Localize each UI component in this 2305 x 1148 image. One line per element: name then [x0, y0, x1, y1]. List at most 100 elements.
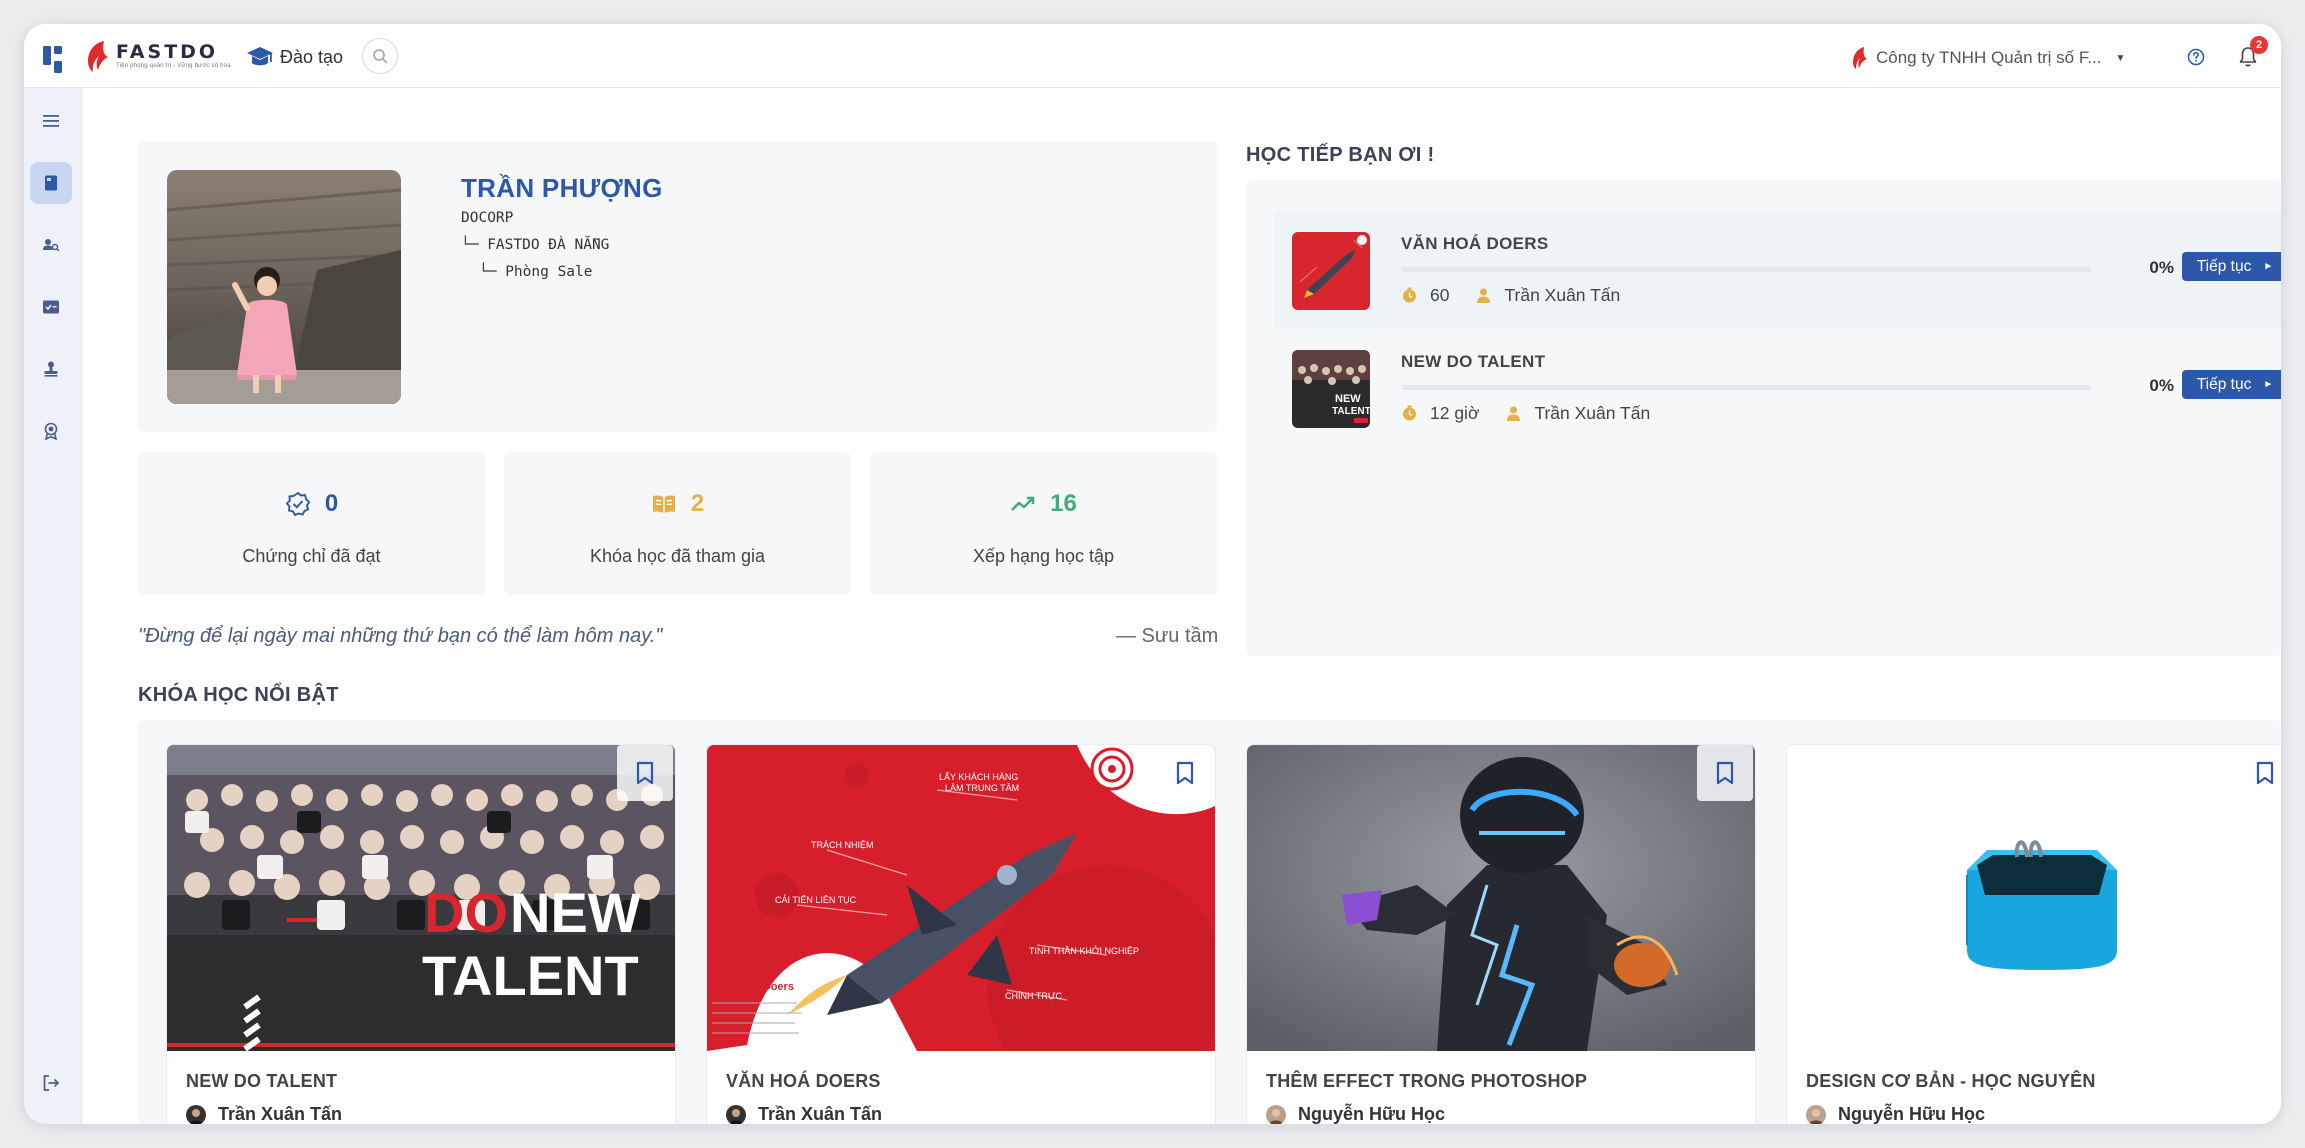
continue-course-title[interactable]: NEW DO TALENT [1401, 352, 1545, 372]
course-image[interactable]: DO NEW TALENT [167, 745, 675, 1051]
sidebar [24, 88, 82, 1124]
svg-text:Start: Start [709, 957, 732, 968]
sidebar-item-instructors[interactable] [30, 348, 72, 390]
profile-card: TRẦN PHƯỢNG DOCORP └─ FASTDO ĐÀ NẴNG └─ … [138, 141, 1217, 432]
continue-button-label: Tiếp tục [2196, 375, 2252, 393]
course-card[interactable]: THÊM EFFECT TRONG PHOTOSHOP Nguyễn Hữu H… [1246, 744, 1756, 1124]
svg-text:Sứ mệnh Doers: Sứ mệnh Doers [712, 981, 794, 993]
bookmark-icon [1176, 761, 1194, 785]
org-level-2: └─ FASTDO ĐÀ NẴNG [461, 237, 610, 253]
quote-source: — Sưu tầm [1116, 625, 1219, 647]
bookmark-button[interactable] [1697, 745, 1753, 801]
progress-bar [1401, 267, 2091, 272]
svg-text:TALENT: TALENT [1332, 406, 1370, 417]
course-image[interactable] [1787, 745, 2281, 1051]
stat-courses-joined: 2 Khóa học đã tham gia [504, 452, 851, 595]
org-level-3: └─ Phòng Sale [479, 264, 593, 280]
course-image[interactable] [1247, 745, 1755, 1051]
svg-text:NEW: NEW [1335, 393, 1361, 405]
org-level-1: DOCORP [461, 210, 514, 226]
open-book-icon [652, 495, 675, 514]
bookmark-button[interactable] [617, 745, 673, 801]
top-bar: FASTDO Tiên phong quản trị - Vững bước s… [24, 24, 2281, 88]
nav-training[interactable]: Đào tạo [246, 42, 343, 72]
course-image[interactable]: LẤY KHÁCH HÀNG LÀM TRUNG TÂM TRÁCH NHIỆM… [707, 745, 1215, 1051]
continue-button[interactable]: Tiếp tục ► [2182, 252, 2281, 281]
stamp-icon [44, 361, 58, 377]
company-selector[interactable]: Công ty TNHH Quản trị số F... ▼ [1850, 44, 2125, 72]
hamburger-icon [43, 115, 59, 127]
book-icon [45, 175, 57, 191]
bookmark-button[interactable] [1157, 745, 1213, 801]
course-author: Trần Xuân Tấn [218, 1104, 343, 1124]
sidebar-item-exams[interactable] [30, 286, 72, 328]
search-icon [373, 49, 388, 64]
course-author: Trần Xuân Tấn [1534, 403, 1651, 423]
continue-button-label: Tiếp tục [2196, 257, 2252, 275]
trending-up-icon [1011, 496, 1035, 511]
notification-badge: 2 [2250, 36, 2268, 54]
stat-courses-value: 2 [690, 490, 705, 517]
bookmark-icon [1716, 761, 1734, 785]
clock-icon [1403, 287, 1416, 303]
continue-section-title: HỌC TIẾP BẠN ƠI ! [1246, 144, 1435, 166]
featured-section-title: KHÓA HỌC NỔI BẬT [138, 684, 339, 706]
menu-toggle[interactable] [30, 100, 72, 142]
badge-check-icon [285, 491, 310, 517]
course-image-text: TALENT [422, 944, 639, 1007]
caret-right-icon: ► [2263, 379, 2274, 390]
course-thumbnail[interactable] [1292, 232, 1370, 310]
stat-ranking-value: 16 [1050, 490, 1077, 517]
continue-button[interactable]: Tiếp tục ► [2182, 370, 2281, 399]
profile-avatar[interactable] [167, 170, 401, 404]
stat-certificates: 0 Chứng chỉ đã đạt [138, 452, 485, 595]
author-avatar [726, 1104, 746, 1124]
fastdo-logo[interactable]: FASTDO Tiên phong quản trị - Vững bước s… [84, 38, 231, 74]
sidebar-item-search-people[interactable] [30, 224, 72, 266]
course-card[interactable]: DESIGN CƠ BẢN - HỌC NGUYÊN Nguyễn Hữu Họ… [1786, 744, 2281, 1124]
profile-name: TRẦN PHƯỢNG [461, 173, 663, 203]
logo-name: FASTDO [116, 41, 219, 63]
stat-courses-label: Khóa học đã tham gia [589, 546, 766, 566]
author-avatar [1806, 1104, 1826, 1124]
featured-courses-strip: DO NEW TALENT NEW DO TALENT Trần Xuân Tấ… [138, 720, 2281, 1124]
stat-certificates-value: 0 [324, 490, 339, 517]
course-title[interactable]: NEW DO TALENT [186, 1071, 337, 1092]
apps-grid-icon[interactable] [43, 46, 63, 73]
sidebar-item-certificates[interactable] [30, 410, 72, 452]
course-author: Nguyễn Hữu Học [1838, 1104, 1986, 1124]
continue-learning-panel: VĂN HOÁ DOERS 60 Trần Xuân Tấn 0% Tiếp t… [1246, 180, 2281, 656]
fastdo-flame-icon [88, 41, 108, 72]
course-duration: 60 [1430, 285, 1450, 305]
nav-training-label: Đào tạo [280, 46, 344, 67]
course-duration: 12 giờ [1430, 403, 1480, 423]
search-button[interactable] [362, 38, 398, 74]
bookmark-icon [2256, 761, 2274, 785]
course-card[interactable]: LẤY KHÁCH HÀNG LÀM TRUNG TÂM TRÁCH NHIỆM… [706, 744, 1216, 1124]
sidebar-item-courses[interactable] [30, 162, 72, 204]
course-card[interactable]: DO NEW TALENT NEW DO TALENT Trần Xuân Tấ… [166, 744, 676, 1124]
quote-text: "Đừng để lại ngày mai những thứ bạn có t… [138, 625, 663, 647]
help-icon[interactable] [2187, 48, 2205, 66]
svg-text:TRÁCH NHIỆM: TRÁCH NHIỆM [811, 840, 874, 850]
continue-item[interactable]: NEW TALENT NEW DO TALENT 12 giờ Trần Xuâ… [1274, 328, 2281, 446]
svg-text:CẢI TIẾN LIÊN TỤC: CẢI TIẾN LIÊN TỤC [775, 894, 857, 905]
course-title[interactable]: VĂN HOÁ DOERS [726, 1071, 881, 1092]
user-icon [1507, 406, 1521, 421]
course-author: Trần Xuân Tấn [1504, 285, 1621, 305]
svg-text:LÀM TRUNG TÂM: LÀM TRUNG TÂM [945, 783, 1019, 793]
svg-text:LẤY KHÁCH HÀNG: LẤY KHÁCH HÀNG [939, 772, 1018, 782]
stat-certificates-label: Chứng chỉ đã đạt [242, 546, 381, 566]
svg-text:TINH THẦN KHỞI NGHIỆP: TINH THẦN KHỞI NGHIỆP [1029, 945, 1139, 956]
course-thumbnail[interactable]: NEW TALENT [1292, 350, 1370, 428]
company-name: Công ty TNHH Quản trị số F... [1876, 48, 2102, 67]
author-avatar [1266, 1104, 1286, 1124]
course-title[interactable]: DESIGN CƠ BẢN - HỌC NGUYÊN [1806, 1071, 2096, 1092]
bookmark-button[interactable] [2237, 745, 2281, 801]
course-image-text: NEW [510, 881, 641, 944]
sidebar-item-logout[interactable] [30, 1062, 72, 1104]
continue-course-title[interactable]: VĂN HOÁ DOERS [1401, 234, 1548, 254]
continue-item[interactable]: VĂN HOÁ DOERS 60 Trần Xuân Tấn 0% Tiếp t… [1274, 210, 2281, 328]
course-title[interactable]: THÊM EFFECT TRONG PHOTOSHOP [1266, 1071, 1587, 1092]
caret-down-icon: ▼ [2115, 52, 2126, 64]
